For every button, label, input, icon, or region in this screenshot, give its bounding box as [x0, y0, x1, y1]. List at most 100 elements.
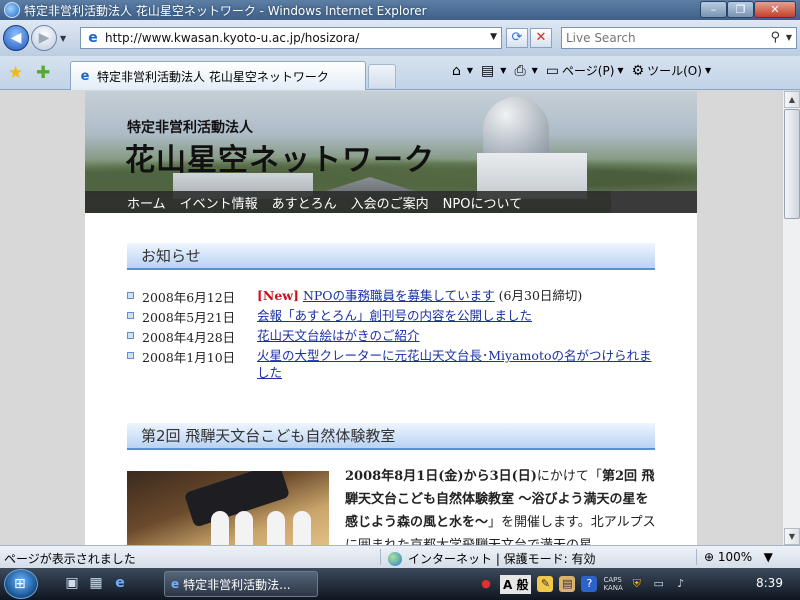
url-input[interactable] [105, 31, 485, 45]
volume-icon[interactable]: ♪ [673, 576, 689, 592]
zoom-control[interactable]: ⊕ 100% ▼ [704, 550, 773, 564]
window-titlebar: 特定非営利活動法人 花山星空ネットワーク - Windows Internet … [0, 0, 800, 20]
window-title: 特定非営利活動法人 花山星空ネットワーク - Windows Internet … [24, 3, 427, 18]
scroll-up-icon[interactable]: ▲ [784, 91, 800, 108]
status-divider [696, 549, 697, 565]
observatory-dome-image [483, 97, 549, 155]
caps-label: CAPS [603, 576, 622, 584]
add-favorites-icon[interactable]: ✚ [36, 63, 50, 83]
org-subtitle: 特定非営利活動法人 [127, 120, 253, 136]
show-desktop-icon[interactable]: ▣ [64, 575, 80, 591]
history-dropdown-icon[interactable]: ▼ [60, 34, 66, 43]
network-icon[interactable]: ▭ [651, 576, 667, 592]
feeds-icon: ▤ [481, 62, 495, 79]
list-item: 2008年4月28日 花山天文台絵はがきのご紹介 [127, 327, 655, 347]
start-button[interactable]: ⊞ [4, 569, 38, 599]
tab-toolbar: ★ ✚ e 特定非営利活動法人 花山星空ネットワーク ⌂ ▼ ▤ ▼ ⎙ ▼ ▭ ペー… [0, 56, 800, 90]
child-figure [235, 511, 253, 545]
back-button[interactable]: ◀ [3, 25, 29, 51]
feeds-button[interactable]: ▤ ▼ [481, 63, 506, 79]
event-description: 2008年8月1日(金)から3日(日)にかけて「第2回 飛騨天文台こども自然体験… [345, 465, 657, 545]
tools-menu-label: ツール(O) [647, 64, 702, 78]
security-zone[interactable]: インターネット | 保護モード: 有効 [388, 550, 596, 567]
status-divider [380, 549, 381, 565]
child-figure [267, 511, 285, 545]
taskbar-ie-window[interactable]: e 特定非営利活動法... [164, 571, 318, 597]
child-figure [293, 511, 311, 545]
ime-tools-icon[interactable]: ▤ [559, 576, 576, 592]
switch-windows-icon[interactable]: ▦ [88, 575, 104, 591]
refresh-button[interactable]: ⟳ [506, 28, 528, 48]
zoom-dropdown-icon: ▼ [756, 550, 773, 564]
list-item: 2008年5月21日 会報「あすとろん」創刊号の内容を公開しました [127, 307, 655, 327]
stop-button[interactable]: ✕ [530, 28, 552, 48]
tools-menu-button[interactable]: ⚙ ツール(O) ▼ [632, 62, 712, 79]
print-icon: ⎙ [514, 62, 526, 79]
zone-text: インターネット | 保護モード: 有効 [408, 552, 596, 566]
home-button[interactable]: ⌂ ▼ [452, 63, 473, 79]
ime-mode[interactable]: A 般 [500, 574, 532, 594]
event-photo[interactable] [127, 471, 329, 545]
status-text: ページが表示されました [4, 552, 136, 566]
kana-label: KANA [603, 584, 623, 592]
event-heading: 第2回 飛騨天文台こども自然体験教室 [127, 423, 655, 450]
news-link[interactable]: 会報「あすとろん」創刊号の内容を公開しました [257, 308, 532, 323]
close-button[interactable]: ✕ [754, 1, 796, 18]
nav-join[interactable]: 入会のご案内 [351, 193, 429, 212]
ie-page-icon: e [171, 577, 180, 591]
taskbar-item-label: 特定非営利活動法... [183, 577, 291, 592]
ie-app-icon [4, 2, 20, 18]
nav-about-npo[interactable]: NPOについて [443, 193, 522, 212]
search-box[interactable]: ⚲ ▼ [561, 27, 797, 49]
news-link[interactable]: NPOの事務職員を募集しています [303, 288, 495, 303]
address-toolbar: ◀ ▶ ▼ e ▼ ⟳ ✕ ⚲ ▼ [0, 20, 800, 56]
clock[interactable]: 8:39 [756, 576, 783, 590]
print-button[interactable]: ⎙ ▼ [514, 63, 537, 79]
address-bar[interactable]: e ▼ [80, 27, 502, 49]
news-list: 2008年6月12日 [New] NPOの事務職員を募集しています (6月30日… [127, 287, 655, 383]
new-badge: [New] [257, 288, 299, 303]
news-link[interactable]: 花山天文台絵はがきのご紹介 [257, 328, 420, 343]
nav-home[interactable]: ホーム [127, 193, 166, 212]
news-date: 2008年5月21日 [142, 310, 236, 325]
windows-logo-icon: ⊞ [14, 576, 26, 592]
web-page: 特定非営利活動法人 花山星空ネットワーク ホーム イベント情報 あすとろん 入会… [85, 91, 697, 545]
event-text-1: にかけて「 [536, 469, 602, 484]
ie-quicklaunch-icon[interactable]: e [112, 575, 128, 591]
tab-active[interactable]: e 特定非営利活動法人 花山星空ネットワーク [70, 61, 366, 90]
page-menu-label: ページ(P) [562, 64, 615, 78]
list-item: 2008年6月12日 [New] NPOの事務職員を募集しています (6月30日… [127, 287, 655, 307]
bullet-icon [127, 292, 134, 299]
address-dropdown-icon[interactable]: ▼ [490, 32, 497, 42]
scroll-down-icon[interactable]: ▼ [784, 528, 800, 545]
news-link[interactable]: 火星の大型クレーターに元花山天文台長･Miyamotoの名がつけられました [257, 348, 652, 380]
scroll-thumb[interactable] [784, 109, 800, 219]
page-viewport: 特定非営利活動法人 花山星空ネットワーク ホーム イベント情報 あすとろん 入会… [0, 91, 782, 545]
search-input[interactable] [562, 31, 762, 45]
ime-dictionary-icon[interactable]: ✎ [537, 576, 554, 592]
ime-pad-icon[interactable]: ● [478, 576, 494, 592]
vertical-scrollbar[interactable]: ▲ ▼ [782, 91, 800, 545]
globe-icon [388, 551, 402, 566]
help-icon[interactable]: ? [581, 576, 598, 592]
security-shield-icon[interactable]: ⛨ [629, 576, 645, 592]
ie-page-icon: e [80, 68, 90, 84]
status-bar: ページが表示されました インターネット | 保護モード: 有効 ⊕ 100% ▼ [0, 545, 800, 568]
minimize-button[interactable]: – [700, 1, 727, 18]
maximize-button[interactable]: ❐ [727, 1, 754, 18]
nav-events[interactable]: イベント情報 [180, 193, 258, 212]
news-date: 2008年4月28日 [142, 330, 236, 345]
search-icon[interactable]: ⚲ [770, 30, 780, 45]
favorites-star-icon[interactable]: ★ [8, 63, 23, 83]
site-nav: ホーム イベント情報 あすとろん 入会のご案内 NPOについて [85, 191, 611, 213]
caps-kana-indicator: CAPS KANA [603, 576, 622, 592]
forward-button[interactable]: ▶ [31, 25, 57, 51]
new-tab-button[interactable] [368, 64, 396, 88]
banner-strip [611, 191, 697, 213]
search-options-icon[interactable]: ▼ [786, 33, 792, 42]
page-menu-button[interactable]: ▭ ページ(P) ▼ [546, 62, 624, 79]
page-icon: ▭ [545, 62, 560, 79]
nav-astron[interactable]: あすとろん [272, 193, 337, 212]
news-date: 2008年6月12日 [142, 290, 236, 305]
event-date: 2008年8月1日(金)から3日(日) [345, 469, 537, 484]
